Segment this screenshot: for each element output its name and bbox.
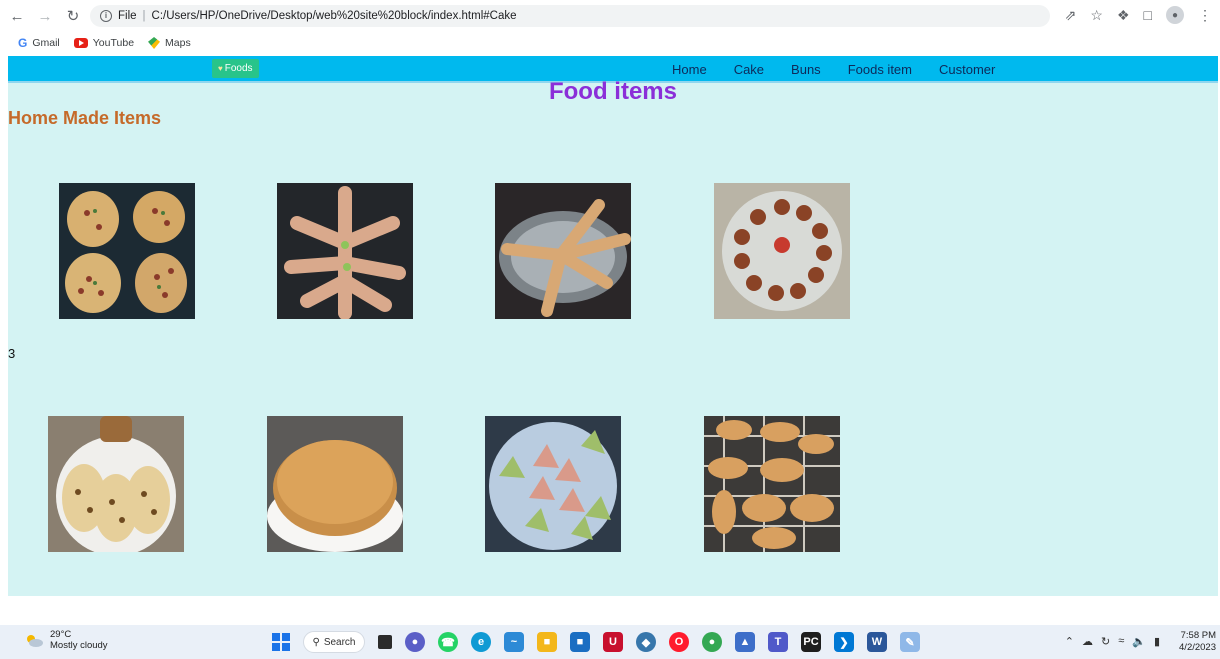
section-heading: Home Made Items (8, 108, 162, 128)
wifi-icon[interactable]: ≈ (1118, 635, 1124, 648)
stray-text: 3 (8, 346, 16, 361)
temperature: 29°C (50, 629, 72, 640)
maps-icon (148, 37, 161, 49)
web-page: Foods Home Cake Buns Foods item Customer… (8, 56, 1218, 596)
fried-balls-image (714, 183, 850, 319)
nav-foods-item[interactable]: Foods item (848, 62, 912, 77)
profile-avatar-icon[interactable]: ● (1166, 6, 1184, 24)
share-icon[interactable]: ⇗ (1065, 7, 1077, 24)
search-icon: ⚲ (312, 636, 320, 648)
sync-icon[interactable]: ↻ (1101, 635, 1110, 648)
reload-icon[interactable]: ↻ (62, 5, 84, 27)
system-tray: ⌃ ☁ ↻ ≈ 🔈 ▮ (1065, 635, 1160, 648)
eclairs-image (704, 416, 840, 552)
bread-sticks-icon (495, 183, 631, 319)
taskbar-search[interactable]: ⚲ Search (303, 631, 365, 653)
page-title: Food items (548, 78, 677, 105)
bread-sticks-image (495, 183, 631, 319)
folder-icon[interactable]: ■ (537, 632, 557, 652)
nav-buns[interactable]: Buns (791, 62, 821, 77)
chat-icon[interactable]: ● (405, 632, 425, 652)
weather-status: Mostly cloudy (50, 640, 108, 651)
address-bar[interactable]: i File | C:/Users/HP/OneDrive/Desktop/we… (90, 5, 1050, 27)
pycharm-icon[interactable]: PC (801, 632, 821, 652)
browser-actions: ⇗ ☆ ❖ □ ● ⋮ (1065, 6, 1212, 24)
twist-bread-image (277, 183, 413, 319)
chevron-up-icon[interactable]: ⌃ (1065, 635, 1074, 648)
taskbar-clock[interactable]: 7:58 PM 4/2/2023 (1179, 630, 1216, 654)
info-icon[interactable]: i (100, 10, 112, 22)
cloud-icon[interactable]: ☁ (1082, 635, 1093, 648)
dumplings-image (485, 416, 621, 552)
taskbar-apps: ⚲ Search ● ☎ e ~ ■ ■ U ◆ O ● ▲ T PC ❯ W … (272, 631, 920, 653)
edge-icon[interactable]: e (471, 632, 491, 652)
bookmark-label: Maps (165, 37, 191, 49)
search-label: Search (323, 636, 356, 648)
bookmarks-bar: G Gmail YouTube Maps (0, 32, 1220, 54)
url-prefix: File (118, 10, 137, 22)
python-icon[interactable]: ◆ (636, 632, 656, 652)
opera-icon[interactable]: O (669, 632, 689, 652)
task-view-icon[interactable] (378, 635, 392, 649)
battery-icon[interactable]: ▮ (1154, 635, 1160, 648)
browser-toolbar: ← → ↻ i File | C:/Users/HP/OneDrive/Desk… (0, 0, 1220, 32)
windows-taskbar: 29°C Mostly cloudy ⚲ Search ● ☎ e ~ ■ ■ … (0, 625, 1220, 659)
naan-image (48, 416, 184, 552)
word-icon[interactable]: W (867, 632, 887, 652)
vscode-icon[interactable]: ❯ (834, 632, 854, 652)
nav-cake[interactable]: Cake (734, 62, 764, 77)
star-icon[interactable]: ☆ (1090, 7, 1103, 24)
clock-date: 4/2/2023 (1179, 642, 1216, 653)
weather-widget[interactable]: 29°C Mostly cloudy (24, 629, 108, 651)
nav-home[interactable]: Home (672, 62, 707, 77)
forward-arrow-icon[interactable]: → (34, 5, 56, 27)
eclairs-icon (704, 416, 840, 552)
pizza-image (59, 183, 195, 319)
dumplings-icon (485, 416, 621, 552)
url-separator: | (142, 10, 146, 22)
app-blue-icon[interactable]: ▲ (735, 632, 755, 652)
bookmark-maps[interactable]: Maps (148, 37, 191, 49)
url-text: C:/Users/HP/OneDrive/Desktop/web%20site%… (151, 10, 517, 22)
pizza-icon (59, 183, 195, 319)
cloud-sun-icon (27, 635, 43, 647)
sponge-cake-image (267, 416, 403, 552)
chrome-icon[interactable]: ● (702, 632, 722, 652)
naan-icon (48, 416, 184, 552)
clock-time: 7:58 PM (1180, 630, 1216, 641)
bookmark-label: YouTube (92, 37, 135, 49)
google-icon: G (18, 36, 28, 50)
youtube-icon (73, 38, 88, 48)
fried-balls-icon (714, 183, 850, 319)
bookmark-gmail[interactable]: G Gmail (18, 36, 60, 50)
app-icon[interactable]: ~ (504, 632, 524, 652)
sponge-cake-icon (267, 416, 403, 552)
bookmark-youtube[interactable]: YouTube (73, 37, 135, 49)
speaker-muted-icon[interactable]: 🔈 (1132, 635, 1146, 648)
bookmark-label: Gmail (32, 37, 60, 49)
side-panel-icon[interactable]: □ (1144, 7, 1152, 23)
mcafee-icon[interactable]: U (603, 632, 623, 652)
menu-dots-icon[interactable]: ⋮ (1198, 7, 1212, 24)
twist-bread-icon (277, 183, 413, 319)
extensions-icon[interactable]: ❖ (1117, 7, 1130, 24)
nav-customer[interactable]: Customer (939, 62, 995, 77)
paint-icon[interactable]: ✎ (900, 632, 920, 652)
windows-start-icon[interactable] (272, 633, 290, 651)
store-icon[interactable]: ■ (570, 632, 590, 652)
back-arrow-icon[interactable]: ← (6, 5, 28, 27)
teams-icon[interactable]: T (768, 632, 788, 652)
brand-button[interactable]: Foods (212, 59, 259, 78)
whatsapp-icon[interactable]: ☎ (438, 632, 458, 652)
